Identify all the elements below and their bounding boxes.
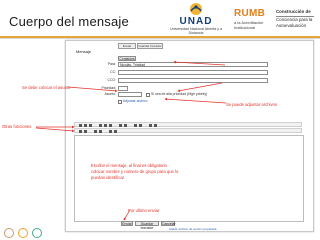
attach-arrow xyxy=(164,97,227,104)
footer-circle-1 xyxy=(4,228,14,238)
footer-circle-3 xyxy=(32,228,42,238)
footer-circle-2 xyxy=(18,228,28,238)
send-arrow xyxy=(123,209,131,221)
priority-arrow xyxy=(177,82,223,93)
subject-arrow xyxy=(67,86,118,93)
to-arrow xyxy=(173,60,226,66)
functions-arrow-2 xyxy=(35,127,75,133)
annotation-arrows xyxy=(35,60,227,221)
